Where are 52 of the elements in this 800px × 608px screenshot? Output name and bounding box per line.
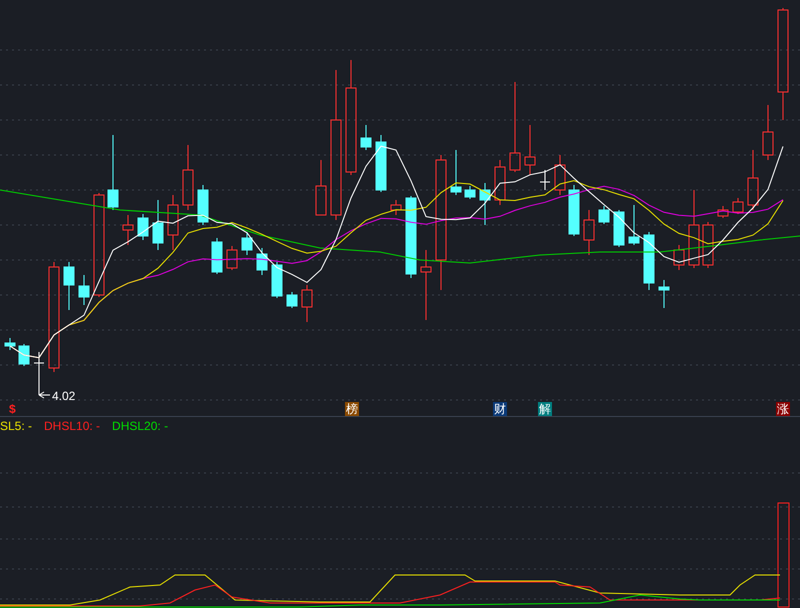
candle [360,124,372,150]
candle [316,160,326,216]
candle [702,222,714,268]
candle [584,210,594,256]
candle [420,250,432,320]
candle [212,238,222,274]
candle [376,134,386,192]
event-marker[interactable]: $ [8,402,17,416]
candle [152,200,164,250]
candle [302,284,312,322]
event-marker[interactable]: 榜 [345,402,359,416]
candle [168,194,178,250]
candle [658,280,670,308]
event-marker[interactable]: 解 [538,402,552,416]
price-pointer-icon [38,364,50,398]
candle [524,124,536,176]
indicator-legend: DHSL10: - [44,419,100,433]
candle [182,144,194,210]
candle [674,244,684,270]
candle [540,170,550,190]
candle [494,160,506,206]
candle [198,184,208,226]
candle [748,150,758,210]
candle [614,210,624,248]
candle [718,206,728,218]
candle [450,150,462,196]
candle [272,262,282,298]
candle [628,204,640,246]
indicator-legend: SL5: - [0,419,32,433]
candle [644,232,654,290]
candle [4,338,16,350]
indicator-legend: DHSL20: - [112,419,168,433]
candle [256,248,268,276]
candle [78,274,90,306]
candle [286,292,298,308]
candle [568,184,580,236]
candle [242,232,252,256]
candle [64,262,74,310]
candle [464,186,476,200]
candle [762,104,774,160]
candle [732,198,744,214]
candle [390,200,402,216]
event-marker[interactable]: 涨 [776,402,790,416]
candle [18,344,30,366]
candle [480,182,490,226]
candle [226,246,238,270]
candle [598,206,610,224]
candle [138,214,148,240]
price-label: 4.02 [52,389,76,403]
candle [554,154,566,196]
candle [122,214,134,246]
event-marker[interactable]: 财 [493,402,507,416]
